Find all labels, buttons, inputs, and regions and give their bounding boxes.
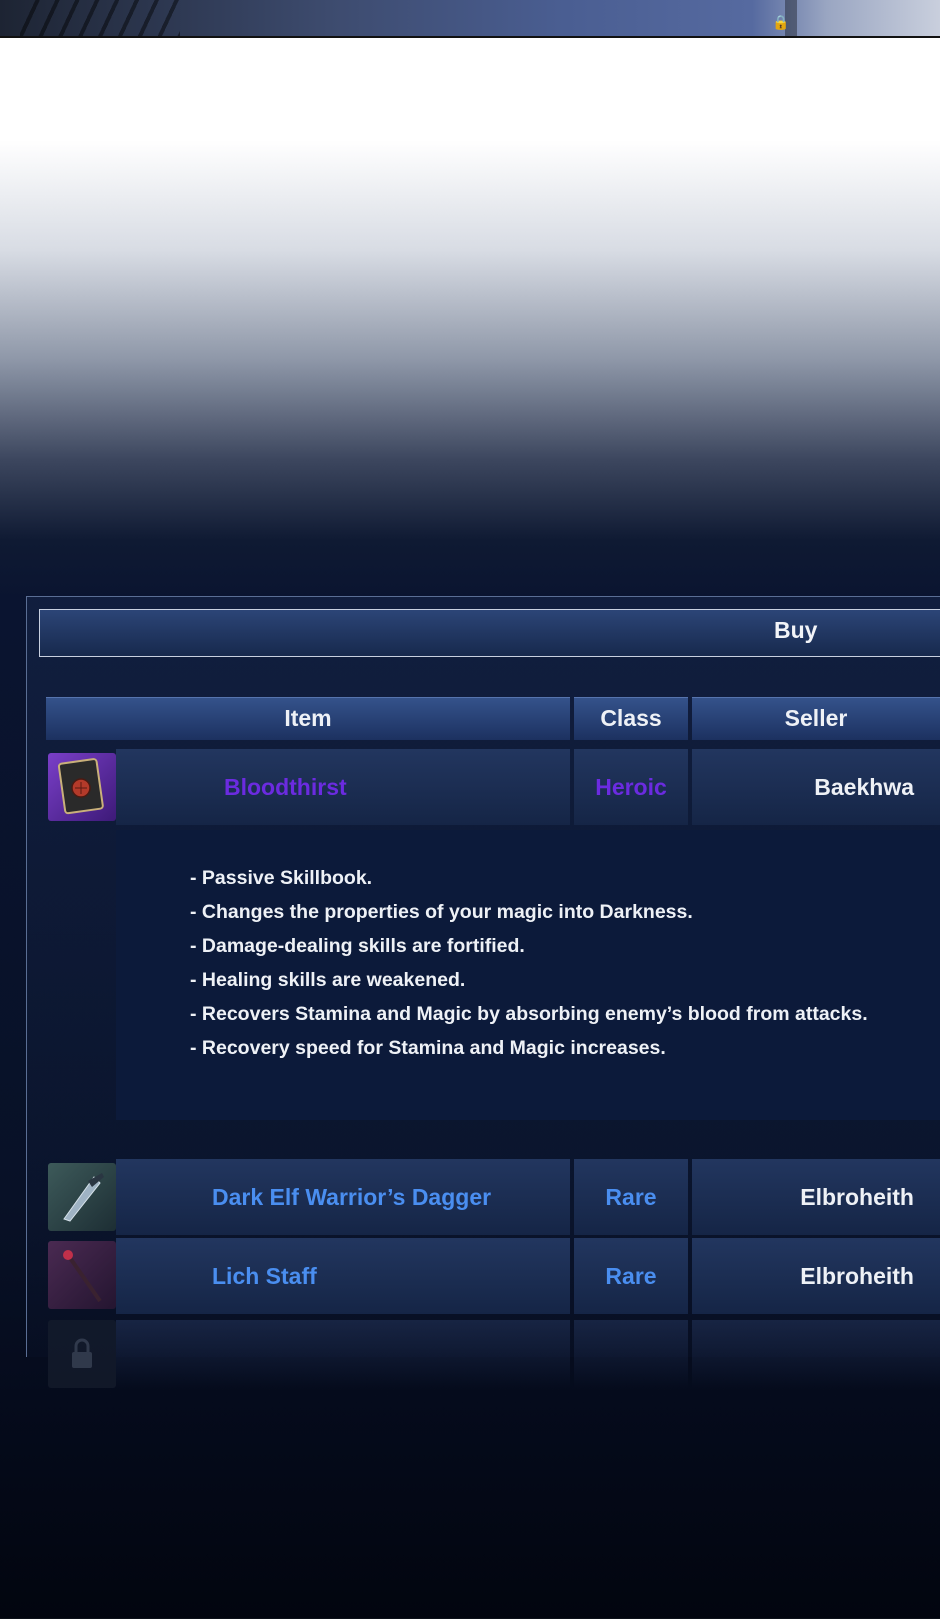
item-name-bloodthirst[interactable]: Bloodthirst <box>116 749 570 825</box>
item-class-rare: Rare <box>574 1159 688 1235</box>
description-line: - Damage-dealing skills are fortified. <box>190 935 525 957</box>
column-header-seller[interactable]: Seller <box>692 697 940 740</box>
locked-row-class <box>574 1320 688 1388</box>
dagger-icon[interactable] <box>48 1163 116 1231</box>
artwork-stripes <box>20 0 180 36</box>
description-line: - Recovery speed for Stamina and Magic i… <box>190 1037 666 1059</box>
item-name-lich-staff[interactable]: Lich Staff <box>116 1238 570 1314</box>
column-header-item[interactable]: Item <box>46 697 570 740</box>
description-line: - Recovers Stamina and Magic by absorbin… <box>190 1003 868 1025</box>
buy-label: Buy <box>774 617 818 643</box>
item-class-rare: Rare <box>574 1238 688 1314</box>
description-line: - Passive Skillbook. <box>190 867 373 889</box>
locked-row-seller <box>692 1320 940 1388</box>
item-name-dagger[interactable]: Dark Elf Warrior’s Dagger <box>116 1159 570 1235</box>
item-seller: Elbroheith <box>692 1159 940 1235</box>
lock-icon <box>72 1338 92 1368</box>
staff-icon[interactable] <box>48 1241 116 1309</box>
top-artwork-strip: 🔒 <box>0 0 940 38</box>
description-line: - Healing skills are weakened. <box>190 969 466 991</box>
item-seller: Baekhwa <box>692 749 940 825</box>
skillbook-icon[interactable] <box>48 753 116 821</box>
lock-icon: 🔒 <box>772 14 790 30</box>
item-seller: Elbroheith <box>692 1238 940 1314</box>
description-line: - Changes the properties of your magic i… <box>190 901 693 923</box>
locked-slot <box>48 1320 116 1388</box>
locked-row-item <box>116 1320 570 1388</box>
item-class-heroic: Heroic <box>574 749 688 825</box>
column-header-class[interactable]: Class <box>574 697 688 740</box>
